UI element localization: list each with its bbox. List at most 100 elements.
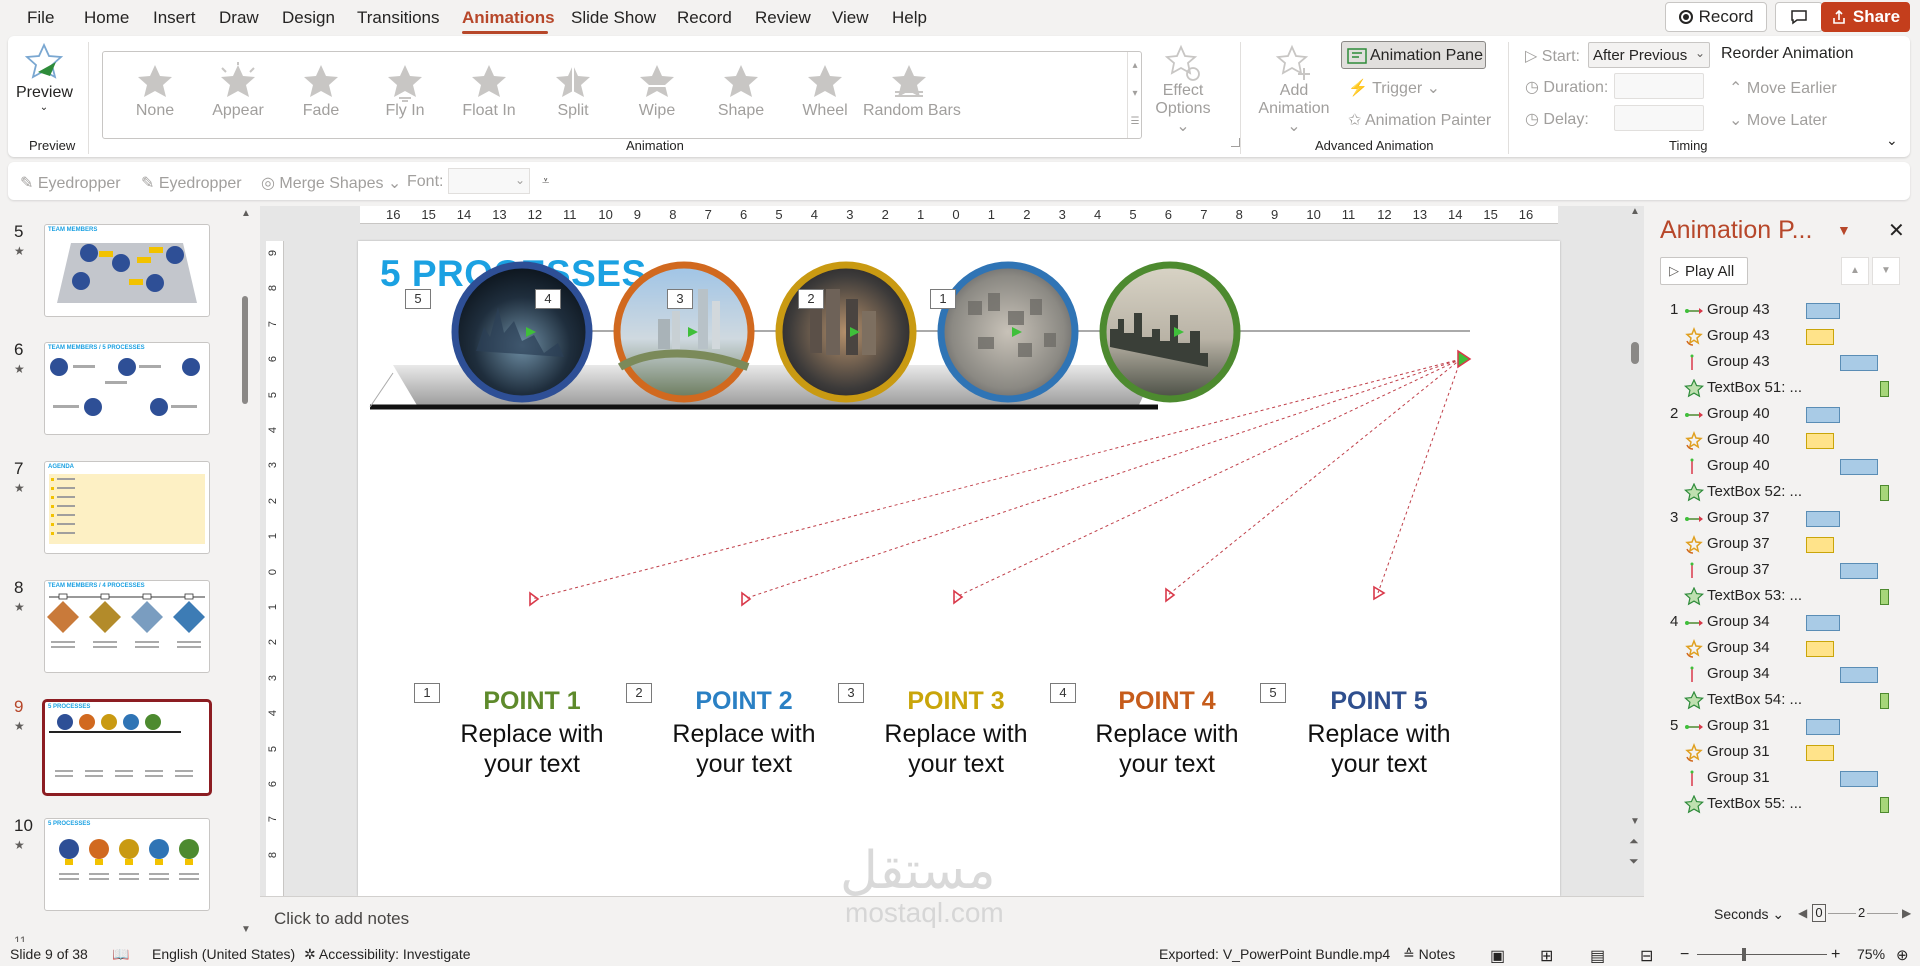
animation-item[interactable]: 2 Group 40 [1648,402,1920,428]
slide-counter[interactable]: Slide 9 of 38 [10,946,88,962]
gallery-up-icon[interactable]: ▴ [1128,52,1142,80]
animation-item[interactable]: Group 31 [1648,766,1920,792]
timing-bar[interactable] [1880,485,1889,501]
animation-item[interactable]: 5 Group 31 [1648,714,1920,740]
animation-item[interactable]: 4 Group 34 [1648,610,1920,636]
effect-options-button[interactable]: Effect Options ⌄ [1154,44,1212,135]
scroll-up-icon[interactable]: ▲ [1630,206,1640,217]
duration-input[interactable] [1614,73,1704,99]
move-up-button[interactable]: ▲ [1841,257,1869,285]
accessibility-status[interactable]: ✲ Accessibility: Investigate [304,946,471,963]
animation-item[interactable]: 1 Group 43 [1648,298,1920,324]
timing-bar[interactable] [1806,511,1840,527]
dialog-launcher-icon[interactable] [1231,138,1240,147]
play-all-button[interactable]: ▷ Play All [1660,257,1748,285]
slide-canvas[interactable]: 5 PROCESSES [358,241,1560,901]
scroll-up-icon[interactable]: ▲ [241,208,251,219]
scroll-thumb[interactable] [1631,342,1639,364]
timing-bar[interactable] [1806,719,1840,735]
menu-draw[interactable]: Draw [219,8,259,28]
animation-item[interactable]: Group 40 [1648,454,1920,480]
timing-bar[interactable] [1840,563,1878,579]
point-3-text[interactable]: Replace with your text [861,719,1051,779]
animation-item[interactable]: TextBox 55: ... [1648,792,1920,818]
merge-shapes-button[interactable]: ◎ Merge Shapes ⌄ [261,173,401,193]
zoom-out-icon[interactable]: − [1680,946,1689,964]
menu-record[interactable]: Record [677,8,732,28]
timing-bar[interactable] [1840,355,1878,371]
pane-options-icon[interactable]: ▼ [1837,222,1851,238]
anim-wipe[interactable]: Wipe [611,58,703,132]
animation-item[interactable]: Group 43 [1648,324,1920,350]
menu-view[interactable]: View [832,8,869,28]
slide-scrollbar[interactable]: ▲ ▼ ⏶ ⏷ [1628,206,1642,896]
timing-bar[interactable] [1840,771,1878,787]
point-5-title[interactable]: POINT 5 [1284,687,1474,716]
slide-thumbnail-10[interactable]: 5 PROCESSES [44,818,210,911]
slide-thumbnail-7[interactable]: AGENDA [44,461,210,554]
menu-home[interactable]: Home [84,8,129,28]
scroll-down-icon[interactable]: ▼ [241,924,251,935]
timing-bar[interactable] [1806,615,1840,631]
move-down-button[interactable]: ▼ [1872,257,1900,285]
trigger-button[interactable]: ⚡ Trigger ⌄ [1348,78,1440,98]
timing-bar[interactable] [1806,407,1840,423]
animation-item[interactable]: Group 37 [1648,558,1920,584]
menu-slideshow[interactable]: Slide Show [571,8,656,28]
menu-file[interactable]: File [27,8,54,28]
timing-bar[interactable] [1840,459,1878,475]
gallery-more-icon[interactable]: ☰ [1128,108,1142,136]
slideshow-view-icon[interactable]: ⊟ [1640,946,1653,966]
timing-bar[interactable] [1806,433,1834,449]
animation-item[interactable]: TextBox 53: ... [1648,584,1920,610]
reading-view-icon[interactable]: ▤ [1590,946,1605,966]
preview-button[interactable]: Preview ⌄ [16,40,73,126]
start-select[interactable]: After Previous ⌄ [1588,42,1710,68]
comments-button[interactable] [1775,2,1823,32]
timing-bar[interactable] [1806,537,1834,553]
point-3-title[interactable]: POINT 3 [861,687,1051,716]
timing-bar[interactable] [1806,329,1834,345]
slide-thumbnail-6[interactable]: TEAM MEMBERS / 5 PROCESSES [44,342,210,435]
collapse-ribbon-icon[interactable]: ⌄ [1886,132,1898,149]
timing-bar[interactable] [1806,641,1834,657]
language-status[interactable]: English (United States) [152,946,295,962]
timing-bar[interactable] [1880,589,1889,605]
scroll-thumb[interactable] [242,296,248,404]
animation-item[interactable]: TextBox 52: ... [1648,480,1920,506]
anim-randombars[interactable]: Random Bars [863,58,961,132]
add-animation-button[interactable]: Add Animation ⌄ [1252,44,1336,135]
timeline-right-icon[interactable]: ▶ [1902,906,1911,920]
move-later-button[interactable]: ⌄ Move Later [1729,110,1827,130]
point-1-title[interactable]: POINT 1 [437,687,627,716]
menu-design[interactable]: Design [282,8,335,28]
record-button[interactable]: Record [1665,2,1767,32]
animation-painter-button[interactable]: ✩ Animation Painter [1348,110,1491,130]
animation-item[interactable]: Group 43 [1648,350,1920,376]
anim-shape[interactable]: Shape [695,58,787,132]
eyedropper-button-1[interactable]: ✎ Eyedropper [20,173,121,193]
seconds-dropdown[interactable]: Seconds ⌄ [1714,906,1784,923]
slide-thumbnail-5[interactable]: TEAM MEMBERS [44,224,210,317]
scroll-down-icon[interactable]: ▼ [1630,816,1640,827]
point-1-text[interactable]: Replace with your text [437,719,627,779]
notes-button[interactable]: ≙ Notes [1403,946,1455,963]
prev-slide-icon[interactable]: ⏶ [1629,834,1639,849]
zoom-slider-thumb[interactable] [1742,948,1746,961]
menu-review[interactable]: Review [755,8,811,28]
animation-item[interactable]: 3 Group 37 [1648,506,1920,532]
anim-appear[interactable]: Appear [192,58,284,132]
spellcheck-icon[interactable]: 📖 [112,946,129,963]
zoom-slider[interactable] [1697,954,1827,955]
zoom-in-icon[interactable]: + [1831,946,1840,964]
next-slide-icon[interactable]: ⏷ [1629,854,1639,869]
animation-item[interactable]: Group 31 [1648,740,1920,766]
point-5-text[interactable]: Replace with your text [1284,719,1474,779]
font-select[interactable]: ⌄ [448,168,530,194]
thumbnail-scrollbar[interactable]: ▲ ▼ [239,206,251,942]
timing-bar[interactable] [1880,693,1889,709]
anim-none[interactable]: None [109,58,201,132]
timing-bar[interactable] [1840,667,1878,683]
slide-sorter-icon[interactable]: ⊞ [1540,946,1553,966]
fit-slide-icon[interactable]: ⊕ [1896,946,1909,964]
